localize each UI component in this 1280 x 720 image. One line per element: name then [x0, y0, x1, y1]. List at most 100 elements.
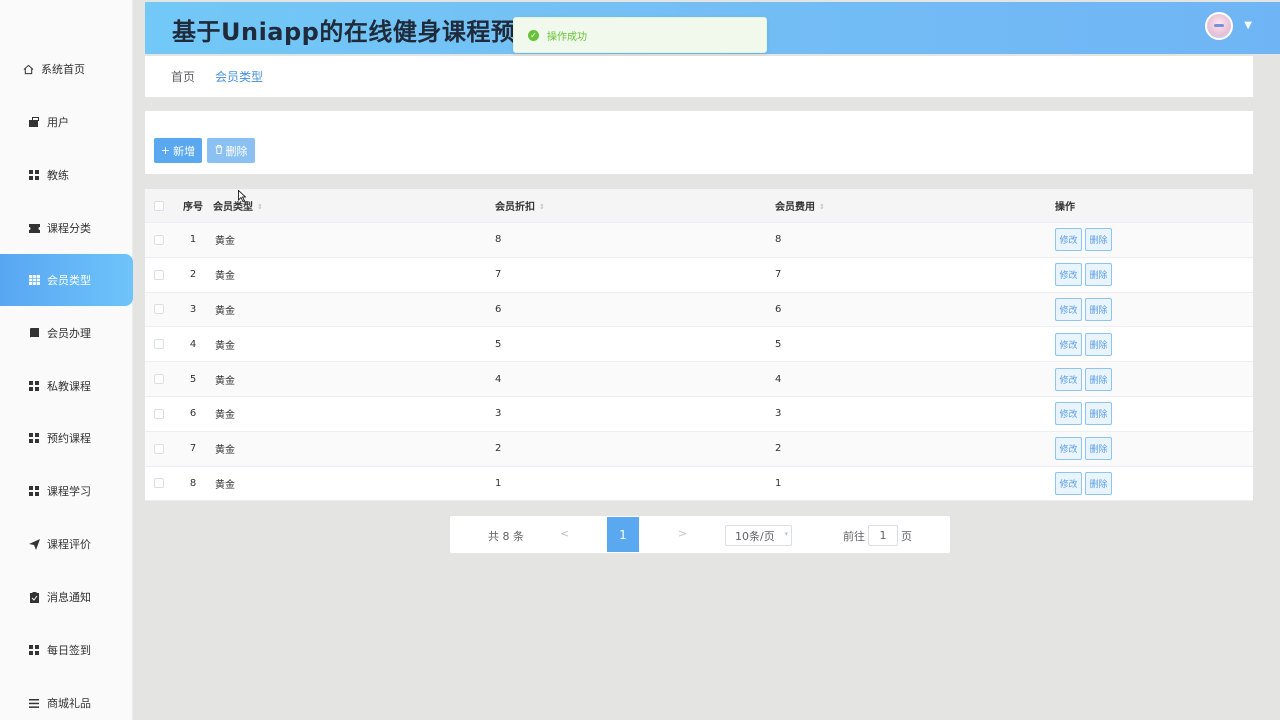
- table-row: 7 黄金 2 2 修改 删除: [145, 431, 1253, 467]
- sidebar-item-member-type[interactable]: 会员类型: [0, 254, 133, 306]
- cell-fee: 4: [775, 373, 782, 385]
- delete-button[interactable]: 删除: [1085, 228, 1112, 252]
- sidebar-item-label: 每日签到: [47, 644, 91, 657]
- avatar[interactable]: [1205, 12, 1233, 40]
- edit-button[interactable]: 修改: [1055, 402, 1082, 426]
- sidebar-item-booking[interactable]: 预约课程: [0, 412, 133, 464]
- delete-button[interactable]: 删除: [1085, 471, 1112, 495]
- sidebar-item-label: 教练: [47, 169, 69, 182]
- row-checkbox[interactable]: [154, 269, 164, 280]
- sort-icon[interactable]: ⇕: [819, 203, 825, 211]
- row-checkbox[interactable]: [154, 304, 164, 315]
- cell-type: 黄金: [215, 479, 235, 491]
- cell-discount: 1: [495, 477, 502, 489]
- success-toast: ✓ 操作成功: [513, 17, 767, 53]
- delete-button[interactable]: 删除: [1085, 263, 1112, 287]
- cell-type: 黄金: [215, 410, 235, 422]
- header-discount[interactable]: 会员折扣 ⇕: [495, 198, 775, 213]
- add-button-label: 新增: [173, 144, 196, 158]
- delete-button[interactable]: 删除: [1085, 367, 1112, 391]
- row-checkbox[interactable]: [154, 478, 164, 489]
- sidebar-item-coach[interactable]: 教练: [0, 149, 133, 201]
- header-fee[interactable]: 会员费用 ⇕: [775, 198, 1055, 213]
- row-checkbox[interactable]: [154, 374, 164, 385]
- page-number-button[interactable]: 1: [607, 517, 639, 552]
- cell-index: 1: [189, 234, 197, 246]
- cell-type: 黄金: [215, 340, 235, 352]
- sidebar-item-label: 私教课程: [47, 380, 91, 393]
- sidebar-item-home[interactable]: 系统首页: [0, 43, 133, 95]
- cell-discount: 2: [495, 443, 502, 455]
- edit-button[interactable]: 修改: [1055, 367, 1082, 391]
- grid-icon: [28, 432, 40, 444]
- cell-index: 4: [189, 338, 197, 350]
- sort-icon[interactable]: ⇕: [539, 203, 545, 211]
- sidebar-item-checkin[interactable]: 每日签到: [0, 624, 133, 676]
- select-all-checkbox[interactable]: [154, 200, 164, 211]
- sidebar-item-label: 消息通知: [47, 591, 91, 604]
- table-row: 1 黄金 8 8 修改 删除: [145, 223, 1253, 258]
- home-icon: [22, 63, 34, 75]
- cell-index: 2: [189, 269, 197, 281]
- edit-button[interactable]: 修改: [1055, 471, 1082, 495]
- delete-button[interactable]: 删除: [1085, 332, 1112, 356]
- table-row: 4 黄金 5 5 修改 删除: [145, 327, 1253, 363]
- sidebar-item-label: 会员类型: [47, 274, 91, 287]
- goto-label: 前往: [843, 530, 865, 543]
- plus-icon: +: [160, 144, 171, 157]
- table-header: 序号 会员类型 ⇕ 会员折扣 ⇕ 会员费用 ⇕ 操作: [145, 189, 1253, 223]
- chevron-right-icon[interactable]: >: [678, 527, 687, 540]
- breadcrumb-home[interactable]: 首页: [171, 68, 195, 85]
- row-checkbox[interactable]: [154, 443, 164, 454]
- sidebar-item-label: 会员办理: [47, 327, 91, 340]
- chevron-left-icon[interactable]: <: [560, 527, 569, 540]
- row-checkbox[interactable]: [154, 234, 164, 245]
- page-size-select[interactable]: 10条/页 ▾: [725, 525, 792, 546]
- delete-button[interactable]: 删除: [1085, 437, 1112, 461]
- goto-page-input[interactable]: 1: [868, 525, 898, 546]
- sidebar-item-member-apply[interactable]: 会员办理: [0, 307, 133, 359]
- goto-suffix: 页: [901, 530, 912, 543]
- add-button[interactable]: + 新增: [154, 138, 202, 163]
- cell-type: 黄金: [215, 236, 235, 248]
- edit-button[interactable]: 修改: [1055, 263, 1082, 287]
- cell-type: 黄金: [215, 375, 235, 387]
- table-body: 1 黄金 8 8 修改 删除 2 黄金 7 7 修改 删除 3 黄金 6 6 修改 删除 4 黄金 5 5 修改 删除 5 黄金 4…: [145, 223, 1253, 502]
- send-icon: [28, 538, 40, 550]
- delete-button[interactable]: 删除: [1085, 402, 1112, 426]
- header-type[interactable]: 会员类型 ⇕: [213, 198, 495, 213]
- pagination: 共 8 条 < 1 > 10条/页 ▾ 前往 1 页: [450, 516, 950, 553]
- cell-discount: 3: [495, 408, 502, 420]
- sidebar-item-private-course[interactable]: 私教课程: [0, 360, 133, 412]
- sidebar-item-course-review[interactable]: 课程评价: [0, 518, 133, 570]
- sidebar-item-label: 课程学习: [47, 485, 91, 498]
- sidebar-item-course-study[interactable]: 课程学习: [0, 465, 133, 517]
- cell-discount: 7: [495, 269, 502, 281]
- grid-icon: [28, 644, 40, 656]
- mouse-cursor-icon: [238, 190, 246, 202]
- delete-button[interactable]: 删除: [1085, 297, 1112, 321]
- chevron-down-icon[interactable]: ▼: [1244, 20, 1252, 31]
- batch-delete-button[interactable]: 删除: [207, 138, 255, 163]
- cell-index: 5: [189, 373, 197, 385]
- edit-button[interactable]: 修改: [1055, 228, 1082, 252]
- action-bar: + 新增 删除: [145, 111, 1253, 174]
- edit-button[interactable]: 修改: [1055, 437, 1082, 461]
- sidebar: 系统首页 用户 教练 课程分类 会员类型 会员办理 私教课程 预约课程 课程学习…: [0, 0, 133, 720]
- cell-discount: 6: [495, 303, 502, 315]
- row-checkbox[interactable]: [154, 339, 164, 350]
- list-icon: [28, 697, 40, 709]
- sidebar-item-notice[interactable]: 消息通知: [0, 571, 133, 623]
- edit-button[interactable]: 修改: [1055, 332, 1082, 356]
- row-checkbox[interactable]: [154, 408, 164, 419]
- sidebar-item-course-category[interactable]: 课程分类: [0, 202, 133, 254]
- sidebar-item-mall-gift[interactable]: 商城礼品: [0, 677, 133, 720]
- sidebar-item-user[interactable]: 用户: [0, 96, 133, 148]
- page-title: 基于Uniapp的在线健身课程预约: [172, 18, 540, 46]
- sidebar-item-label: 商城礼品: [47, 697, 91, 710]
- table-row: 6 黄金 3 3 修改 删除: [145, 397, 1253, 432]
- cell-discount: 8: [495, 234, 502, 246]
- edit-button[interactable]: 修改: [1055, 297, 1082, 321]
- sort-icon[interactable]: ⇕: [257, 203, 263, 211]
- cell-fee: 5: [775, 338, 782, 350]
